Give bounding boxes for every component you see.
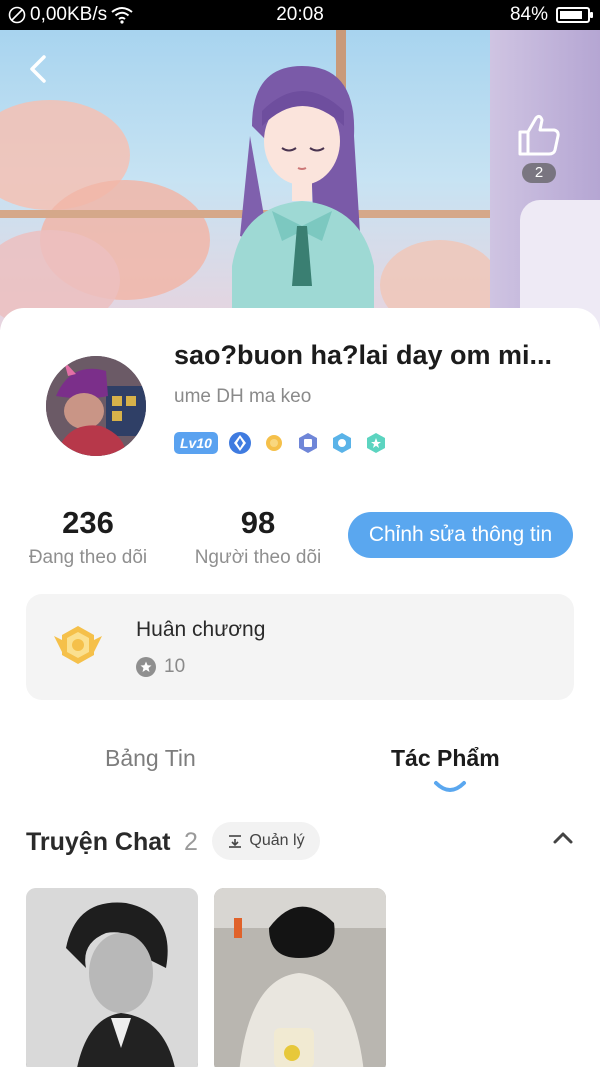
battery-percent: 84%: [509, 4, 548, 25]
story-thumbnail[interactable]: [214, 888, 386, 1067]
following-label: Đang theo dõi: [28, 547, 148, 568]
profile-banner: 2: [0, 30, 600, 330]
back-icon[interactable]: [22, 52, 56, 86]
edit-profile-button[interactable]: Chỉnh sửa thông tin: [348, 512, 573, 558]
followers-label: Người theo dõi: [194, 547, 322, 568]
section-title: Truyện Chat: [26, 828, 171, 856]
battery-icon: [556, 7, 593, 23]
character-illustration: [232, 66, 374, 330]
profile-subtitle: ume DH ma keo: [174, 386, 312, 407]
active-tab-indicator: [434, 781, 466, 792]
thumbs-up-icon[interactable]: [514, 110, 564, 160]
diamond-icon[interactable]: [228, 431, 252, 455]
medal-card[interactable]: Huân chương 10: [26, 594, 574, 700]
story-cover-image: [26, 888, 198, 1067]
section-count: 2: [184, 828, 198, 856]
following-count: 236: [62, 505, 114, 540]
followers-stat[interactable]: 98 Người theo dõi: [188, 505, 328, 569]
following-stat[interactable]: 236 Đang theo dõi: [18, 505, 158, 569]
medal-icon: [54, 626, 102, 664]
shield-badge-icon[interactable]: [296, 431, 320, 455]
star-badge-icon[interactable]: [364, 431, 388, 455]
tab-news-feed[interactable]: Bảng Tin: [105, 745, 196, 772]
story-thumbnail[interactable]: [26, 888, 198, 1067]
profile-name: sao?buon ha?lai day om mi...: [174, 340, 553, 370]
tab-works[interactable]: Tác Phẩm: [391, 745, 500, 772]
like-count: 2: [522, 163, 556, 183]
level-badge[interactable]: Lv10: [174, 432, 218, 454]
medal-count-row: 10: [136, 656, 185, 678]
coin-icon[interactable]: [262, 431, 286, 455]
status-bar: 0,00KB/s 20:08 84%: [0, 0, 600, 30]
chevron-up-icon[interactable]: [552, 830, 574, 846]
manage-label: Quản lý: [249, 832, 305, 849]
medal-count: 10: [164, 656, 186, 677]
avatar[interactable]: [46, 356, 146, 456]
medal-title: Huân chương: [136, 618, 266, 641]
badge-row: Lv10: [174, 431, 388, 455]
story-cover-image: [214, 888, 386, 1067]
manage-button[interactable]: Quản lý: [212, 822, 320, 860]
hexagon-badge-icon[interactable]: [330, 431, 354, 455]
avatar-image: [46, 356, 146, 456]
star-icon: [136, 657, 156, 677]
sort-icon: [229, 835, 242, 848]
followers-count: 98: [240, 505, 276, 540]
